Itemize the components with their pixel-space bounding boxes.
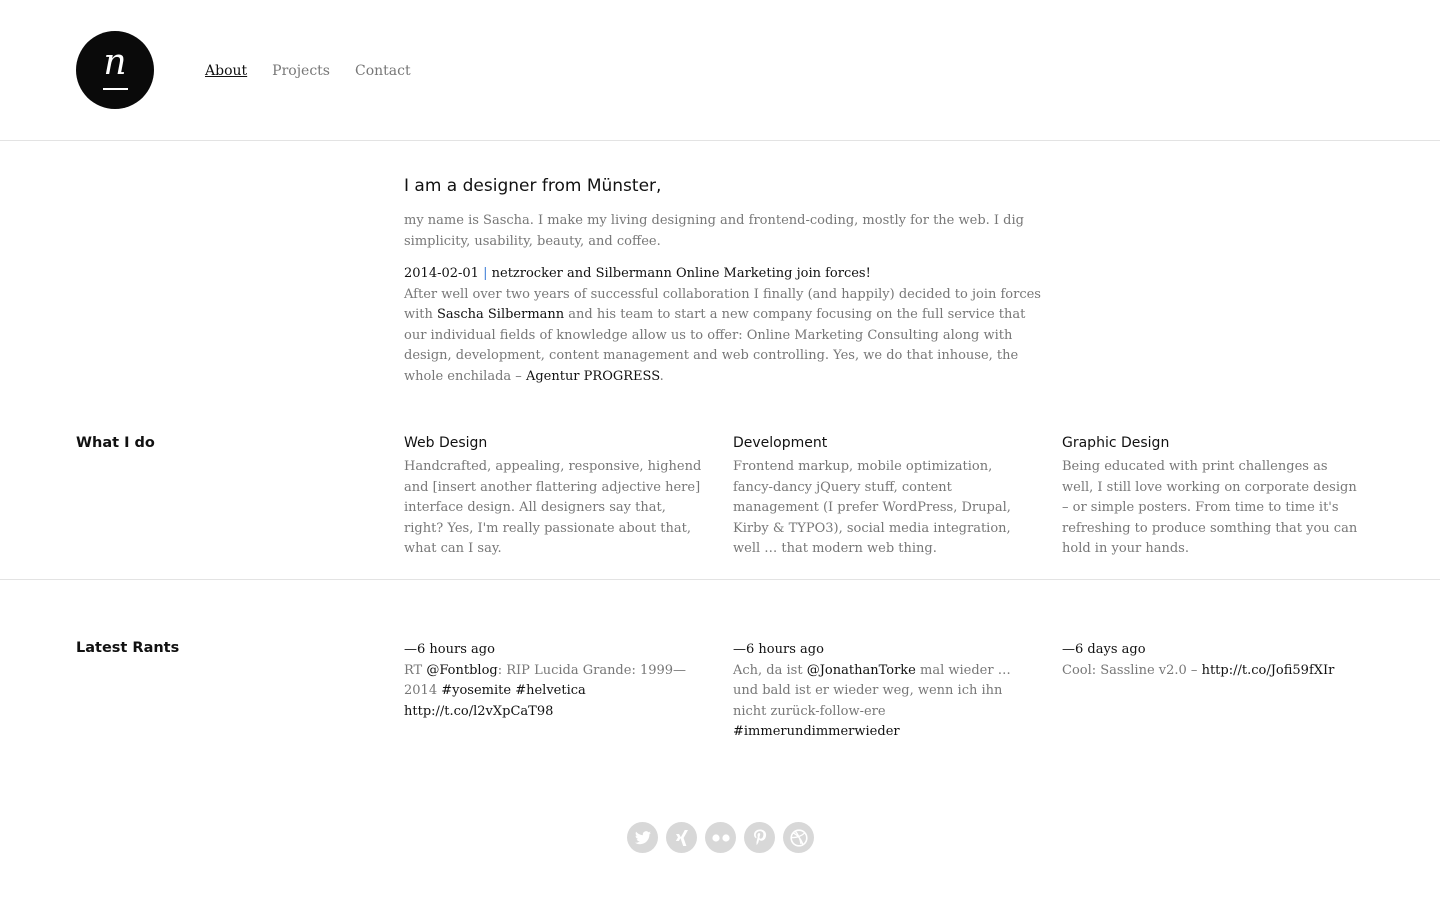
sascha-silbermann-link[interactable]: Sascha Silbermann: [437, 307, 564, 322]
tweet-link[interactable]: http://t.co/Jofi59fXIr: [1202, 663, 1335, 678]
logo-letter: n: [103, 42, 127, 83]
social-links: [627, 822, 814, 853]
intro-heading: I am a designer from Münster,: [404, 176, 662, 196]
service-title: Graphic Design: [1062, 435, 1170, 451]
service-text: Being educated with print challenges as …: [1062, 459, 1358, 556]
main-nav: About Projects Contact: [205, 61, 411, 81]
twitter-icon[interactable]: [627, 822, 658, 853]
section-divider: [0, 579, 1440, 580]
tweet-hashtag[interactable]: #helvetica: [515, 683, 586, 698]
tweet-prefix: RT: [404, 662, 427, 678]
tweet-text: RT @Fontblog: RIP Lucida Grande: 1999—20…: [404, 661, 704, 723]
tweet-link[interactable]: http://t.co/l2vXpCaT98: [404, 704, 553, 719]
tweet-mention[interactable]: @Fontblog: [426, 663, 497, 678]
tweet-item: —6 days ago Cool: Sassline v2.0 – http:/…: [1062, 640, 1362, 681]
intro-lead: my name is Sascha. I make my living desi…: [404, 213, 1024, 249]
tweet-time[interactable]: —6 hours ago: [404, 640, 704, 661]
news-separator: |: [483, 266, 488, 281]
tweet-hashtag[interactable]: #immerundimmerwieder: [733, 724, 900, 739]
nav-projects[interactable]: Projects: [272, 61, 330, 81]
tweet-item: —6 hours ago RT @Fontblog: RIP Lucida Gr…: [404, 640, 704, 722]
flickr-icon[interactable]: [705, 822, 736, 853]
tweet-hashtag[interactable]: #yosemite: [441, 683, 511, 698]
latest-rants-heading: Latest Rants: [76, 640, 180, 656]
tweet-text: Cool: Sassline v2.0 – http://t.co/Jofi59…: [1062, 661, 1362, 682]
service-text: Handcrafted, appealing, responsive, high…: [404, 459, 702, 556]
tweet-prefix: Ach, da ist: [733, 662, 807, 678]
nav-about[interactable]: About: [205, 61, 247, 81]
service-web-design: Web Design Handcrafted, appealing, respo…: [404, 433, 704, 560]
service-text: Frontend markup, mobile optimization, fa…: [733, 459, 1011, 556]
tweet-time[interactable]: —6 hours ago: [733, 640, 1033, 661]
tweet-prefix: Cool: Sassline v2.0 –: [1062, 662, 1202, 678]
tweet-item: —6 hours ago Ach, da ist @JonathanTorke …: [733, 640, 1033, 743]
site-header: n About Projects Contact: [0, 0, 1440, 141]
tweet-mention[interactable]: @JonathanTorke: [807, 663, 916, 678]
agentur-progress-link[interactable]: Agentur PROGRESS: [526, 369, 660, 384]
news-body-3: .: [659, 368, 664, 384]
service-graphic-design: Graphic Design Being educated with print…: [1062, 433, 1362, 560]
logo[interactable]: n: [76, 31, 154, 109]
nav-contact[interactable]: Contact: [355, 61, 411, 81]
xing-icon[interactable]: [666, 822, 697, 853]
news-title-link[interactable]: netzrocker and Silbermann Online Marketi…: [492, 266, 871, 281]
service-development: Development Frontend markup, mobile opti…: [733, 433, 1033, 560]
dribbble-icon[interactable]: [783, 822, 814, 853]
logo-underline: [103, 88, 128, 90]
intro: I am a designer from Münster, my name is…: [404, 175, 1044, 387]
service-title: Development: [733, 435, 828, 451]
what-i-do-heading: What I do: [76, 435, 155, 451]
news-item: 2014-02-01 | netzrocker and Silbermann O…: [404, 264, 1044, 387]
tweet-time[interactable]: —6 days ago: [1062, 640, 1362, 661]
pinterest-icon[interactable]: [744, 822, 775, 853]
tweet-text: Ach, da ist @JonathanTorke mal wieder … …: [733, 661, 1033, 743]
news-date: 2014-02-01: [404, 266, 479, 281]
service-title: Web Design: [404, 435, 488, 451]
